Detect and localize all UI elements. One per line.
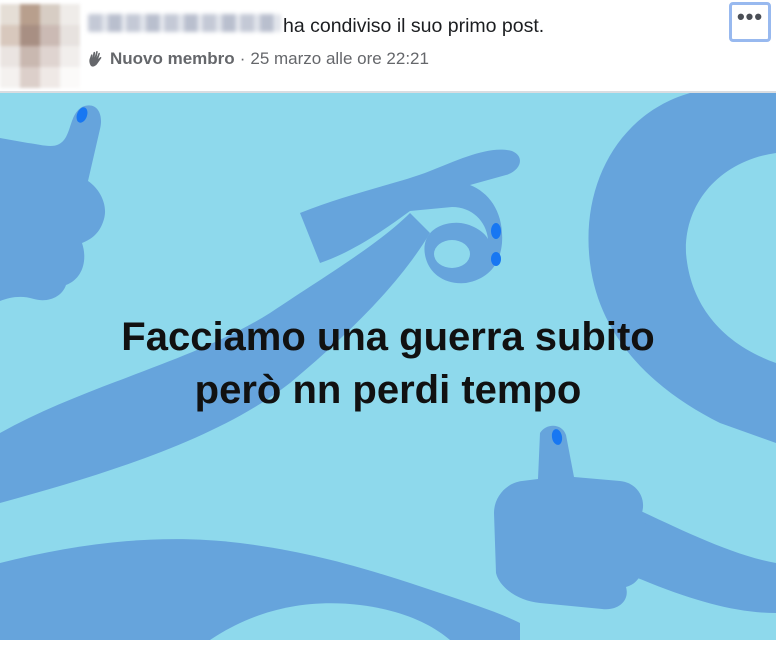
waving-hand-icon [86, 49, 106, 69]
thumbs-up-top-left [0, 105, 106, 301]
post-action-text: ha condiviso il suo primo post. [283, 15, 545, 37]
post-meta: Nuovo membro · 25 marzo alle ore 22:21 [86, 48, 429, 70]
thumbs-up-bottom-right [494, 425, 649, 610]
more-options-icon: ••• [736, 4, 764, 29]
post-body-text: Facciamo una guerra subito però nn perdi… [0, 311, 776, 417]
post-body-line-1: Facciamo una guerra subito [121, 315, 655, 359]
author-name-blurred[interactable] [88, 14, 280, 32]
post-timestamp[interactable]: 25 marzo alle ore 22:21 [250, 49, 429, 69]
avatar[interactable] [0, 4, 80, 88]
meta-separator: · [239, 49, 246, 68]
more-options-button[interactable]: ••• [729, 2, 771, 42]
post-body-line-2: però nn perdi tempo [194, 368, 582, 412]
post-footer-gap [0, 640, 776, 648]
post-background-banner: Facciamo una guerra subito però nn perdi… [0, 93, 776, 640]
new-member-badge[interactable]: Nuovo membro [110, 49, 235, 69]
post-header: ha condiviso il suo primo post. Nuovo me… [0, 0, 776, 92]
